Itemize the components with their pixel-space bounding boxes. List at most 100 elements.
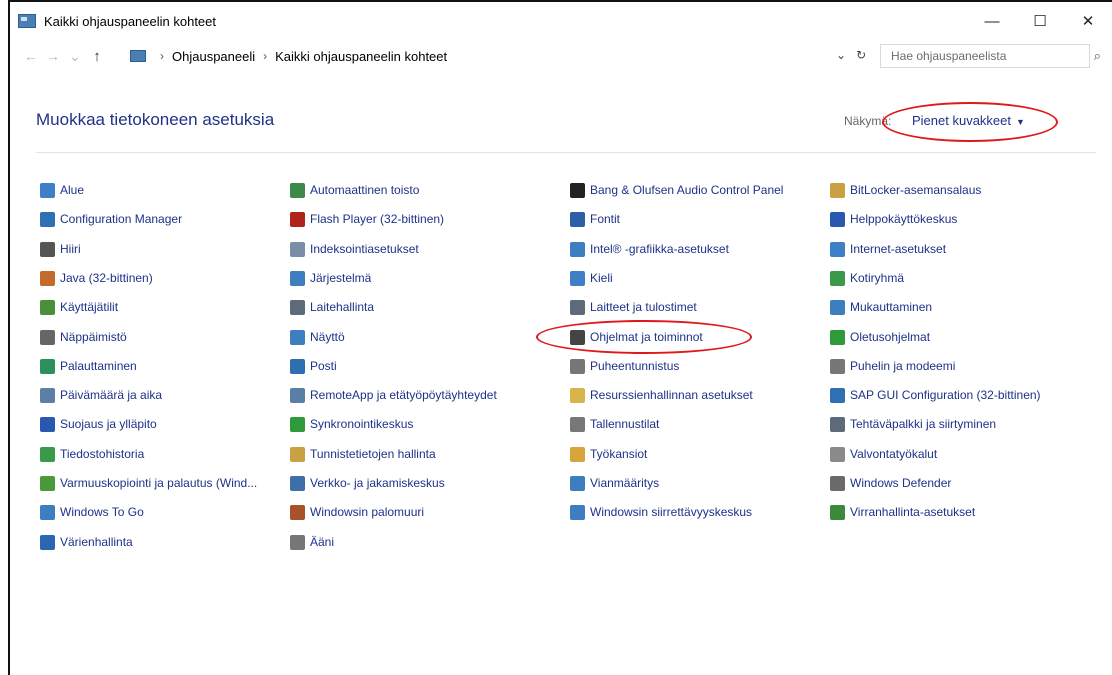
control-panel-item[interactable]: RemoteApp ja etätyöpöytäyhteydet [290,385,497,405]
control-panel-item[interactable]: Näyttö [290,327,345,347]
control-panel-item[interactable]: Työkansiot [570,444,647,464]
control-panel-item[interactable]: Automaattinen toisto [290,180,419,200]
control-panel-item[interactable]: Java (32-bittinen) [40,268,153,288]
item-label: Alue [60,183,85,197]
control-panel-item[interactable]: Windowsin siirrettävyyskeskus [570,502,752,522]
internet-options-icon [830,241,845,257]
item-label: Laitteet ja tulostimet [590,300,697,314]
control-panel-item[interactable]: Posti [290,356,337,376]
power-options-icon [830,504,845,520]
mobility-center-icon [570,504,585,520]
mail-icon [290,358,305,374]
control-panel-item[interactable]: Varmuuskopiointi ja palautus (Wind... [40,473,257,493]
control-panel-item[interactable]: Puheentunnistus [570,356,679,376]
backup-icon [40,475,55,491]
control-panel-item[interactable]: Configuration Manager [40,209,182,229]
item-label: Suojaus ja ylläpito [60,417,157,431]
item-label: Kotiryhmä [850,271,905,285]
keyboard-icon [40,329,55,345]
control-panel-item[interactable]: Resurssienhallinnan asetukset [570,385,753,405]
control-panel-icon [130,50,146,62]
item-label: Puhelin ja modeemi [850,359,956,373]
control-panel-item[interactable]: Intel® -grafiikka-asetukset [570,239,729,259]
back-button[interactable]: ← [20,48,42,64]
item-label: Intel® -grafiikka-asetukset [590,242,729,256]
control-panel-item[interactable]: Helppokäyttökeskus [830,209,957,229]
control-panel-item[interactable]: Windows Defender [830,473,951,493]
control-panel-item[interactable]: Hiiri [40,239,81,259]
control-panel-item[interactable]: Valvontatyökalut [830,444,937,464]
breadcrumb-separator[interactable]: › [160,49,164,63]
item-label: Windowsin siirrettävyyskeskus [590,505,753,519]
intel-graphics-icon [570,241,585,257]
item-label: Verkko- ja jakamiskeskus [310,476,445,490]
item-label: Näyttö [310,330,345,344]
control-panel-item[interactable]: Indeksointiasetukset [290,239,419,259]
control-panel-item[interactable]: Päivämäärä ja aika [40,385,162,405]
control-panel-item[interactable]: Windowsin palomuuri [290,502,424,522]
view-by-dropdown[interactable]: Pienet kuvakkeet ▼ [912,113,1025,128]
control-panel-item[interactable]: Puhelin ja modeemi [830,356,955,376]
control-panel-item[interactable]: Laitteet ja tulostimet [570,297,697,317]
control-panel-item[interactable]: Ääni [290,532,334,552]
control-panel-item[interactable]: Bang & Olufsen Audio Control Panel [570,180,783,200]
indexing-icon [290,241,305,257]
control-panel-item[interactable]: BitLocker-asemansalaus [830,180,981,200]
breadcrumb-control-panel[interactable]: Ohjauspaneeli [172,49,255,64]
item-label: Palauttaminen [60,359,137,373]
clock-icon [40,387,55,403]
control-panel-item[interactable]: Ohjelmat ja toiminnot [570,327,703,347]
control-panel-item[interactable]: Käyttäjätilit [40,297,118,317]
item-label: Automaattinen toisto [310,183,420,197]
control-panel-item[interactable]: Verkko- ja jakamiskeskus [290,473,445,493]
control-panel-item[interactable]: Värienhallinta [40,532,133,552]
recent-locations-button[interactable]: ⌄ [64,48,86,65]
control-panel-item[interactable]: Virranhallinta-asetukset [830,502,975,522]
control-panel-item[interactable]: Tehtäväpalkki ja siirtyminen [830,414,996,434]
forward-button[interactable]: → [42,48,64,64]
control-panel-item[interactable]: Internet-asetukset [830,239,946,259]
item-label: Bang & Olufsen Audio Control Panel [590,183,784,197]
address-dropdown-button[interactable]: ⌄ [836,48,846,62]
control-panel-item[interactable]: Flash Player (32-bittinen) [290,209,444,229]
refresh-button[interactable]: ↻ [856,48,866,62]
control-panel-item[interactable]: Tiedostohistoria [40,444,144,464]
control-panel-item[interactable]: Vianmääritys [570,473,659,493]
defender-icon [830,475,845,491]
control-panel-item[interactable]: Kieli [570,268,613,288]
troubleshoot-icon [570,475,585,491]
item-label: Päivämäärä ja aika [60,388,163,402]
control-panel-item[interactable]: Suojaus ja ylläpito [40,414,157,434]
bitlocker-icon [830,182,845,198]
control-panel-item[interactable]: Mukauttaminen [830,297,932,317]
control-panel-item[interactable]: SAP GUI Configuration (32-bittinen) [830,385,1041,405]
bang-olufsen-icon [570,182,585,198]
control-panel-item[interactable]: Palauttaminen [40,356,137,376]
breadcrumb-separator[interactable]: › [263,49,267,63]
minimize-button[interactable]: — [968,2,1016,40]
close-button[interactable]: ✕ [1064,2,1112,40]
control-panel-item[interactable]: Järjestelmä [290,268,371,288]
control-panel-item[interactable]: Kotiryhmä [830,268,904,288]
control-panel-item[interactable]: Tunnistetietojen hallinta [290,444,436,464]
control-panel-item[interactable]: Tallennustilat [570,414,659,434]
breadcrumb-all-items[interactable]: Kaikki ohjauspaneelin kohteet [275,49,447,64]
users-icon [40,299,55,315]
search-input[interactable]: Hae ohjauspaneelista ⌕ [880,44,1101,68]
breadcrumb[interactable]: › Ohjauspaneeli › Kaikki ohjauspaneelin … [130,44,872,68]
item-label: Varmuuskopiointi ja palautus (Wind... [60,476,258,490]
control-panel-item[interactable]: Oletusohjelmat [830,327,930,347]
item-label: Resurssienhallinnan asetukset [590,388,753,402]
control-panel-item[interactable]: Synkronointikeskus [290,414,413,434]
control-panel-item[interactable]: Alue [40,180,84,200]
maximize-button[interactable]: ☐ [1016,2,1064,40]
search-icon[interactable]: ⌕ [1094,48,1101,64]
up-button[interactable]: ↑ [86,48,108,65]
control-panel-item[interactable]: Fontit [570,209,620,229]
item-label: Windowsin palomuuri [310,505,425,519]
control-panel-item[interactable]: Windows To Go [40,502,144,522]
divider [36,152,1096,153]
control-panel-item[interactable]: Laitehallinta [290,297,374,317]
title-bar[interactable]: Kaikki ohjauspaneelin kohteet — ☐ ✕ [10,2,1112,40]
control-panel-item[interactable]: Näppäimistö [40,327,127,347]
